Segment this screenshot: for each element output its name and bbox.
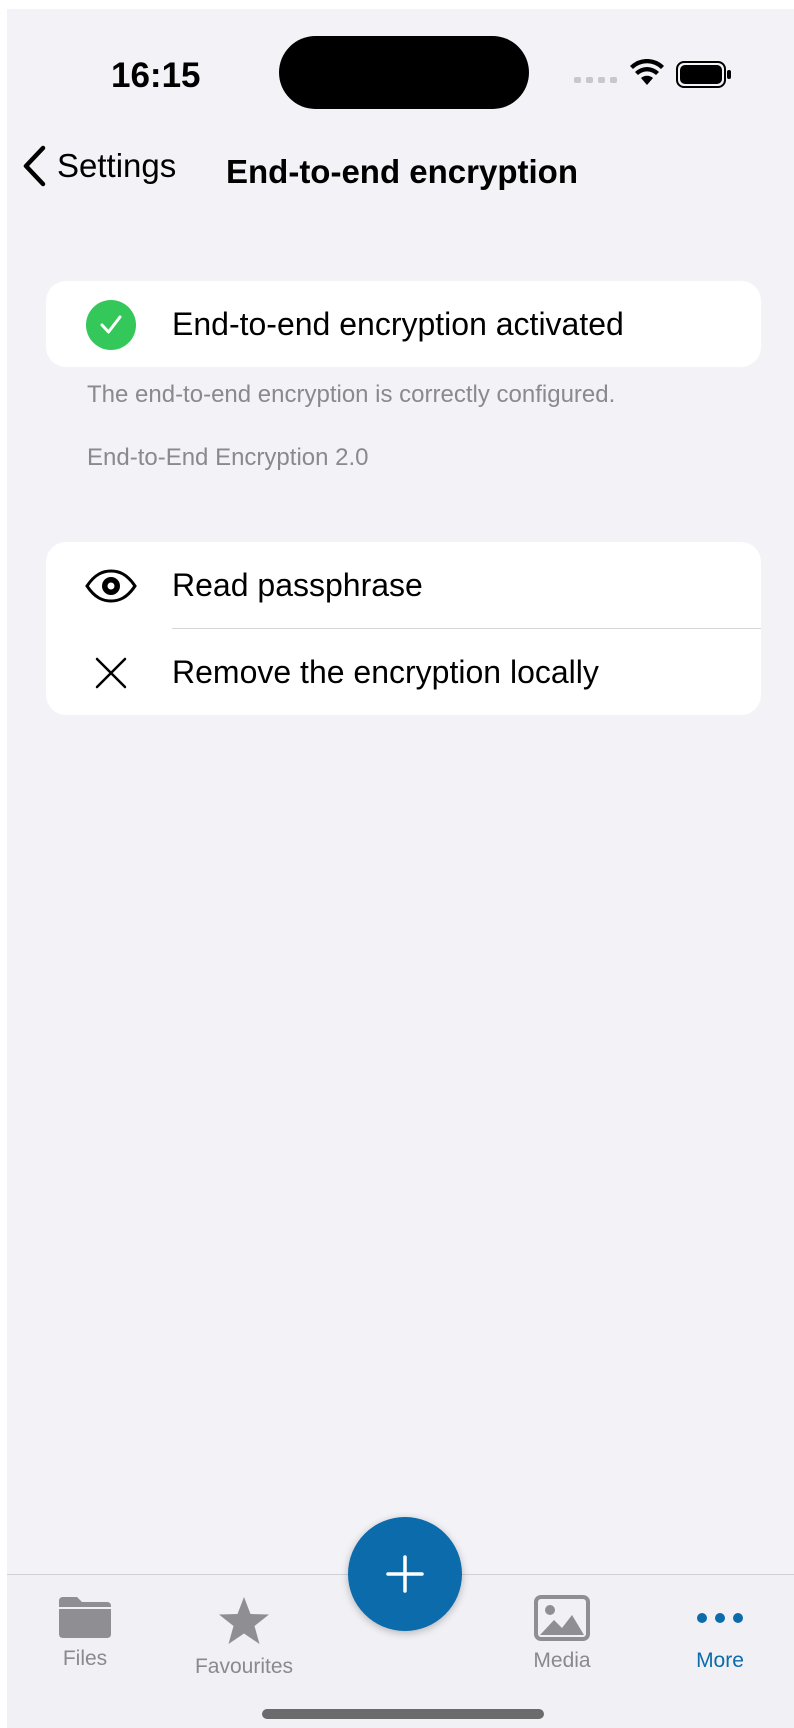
remove-encryption-row[interactable]: Remove the encryption locally [46, 629, 761, 715]
close-icon [95, 657, 127, 689]
chevron-left-icon [23, 145, 46, 187]
tab-more-label: More [696, 1649, 744, 1672]
tab-favourites-label: Favourites [194, 1655, 294, 1678]
encryption-status-card: End-to-end encryption activated [46, 281, 761, 367]
dynamic-island [279, 36, 529, 109]
star-icon [219, 1597, 269, 1644]
remove-encryption-label: Remove the encryption locally [172, 653, 599, 690]
read-passphrase-row[interactable]: Read passphrase [46, 542, 761, 628]
tab-files[interactable]: Files [20, 1595, 150, 1671]
version-footnote: End-to-End Encryption 2.0 [87, 444, 369, 471]
configured-footnote: The end-to-end encryption is correctly c… [87, 381, 616, 408]
page-title: End-to-end encryption [226, 153, 578, 190]
encryption-actions-card: Read passphrase Remove the encryption lo… [46, 542, 761, 715]
cellular-signal-icon [574, 77, 617, 83]
tab-more[interactable]: More [655, 1595, 785, 1673]
tab-media-label: Media [533, 1649, 591, 1672]
tab-favourites[interactable]: Favourites [179, 1595, 309, 1679]
encryption-status-label: End-to-end encryption activated [172, 305, 624, 342]
eye-icon [85, 569, 137, 603]
battery-icon [676, 61, 731, 88]
wifi-icon [630, 59, 664, 85]
back-button[interactable]: Settings [21, 145, 176, 187]
back-button-label: Settings [57, 147, 177, 184]
encryption-status-row: End-to-end encryption activated [46, 281, 761, 367]
folder-icon [59, 1597, 111, 1638]
status-time: 16:15 [111, 56, 201, 95]
home-indicator [262, 1709, 544, 1719]
plus-icon [386, 1555, 424, 1593]
more-dots-icon [697, 1613, 743, 1623]
checkmark-circle-icon [86, 300, 136, 350]
add-button[interactable] [348, 1517, 462, 1631]
tab-media[interactable]: Media [497, 1595, 627, 1673]
screen: 16:15 Settings End-to-end encryption End… [7, 9, 794, 1728]
image-icon [534, 1595, 590, 1641]
tab-files-label: Files [62, 1647, 108, 1670]
read-passphrase-label: Read passphrase [172, 566, 423, 603]
